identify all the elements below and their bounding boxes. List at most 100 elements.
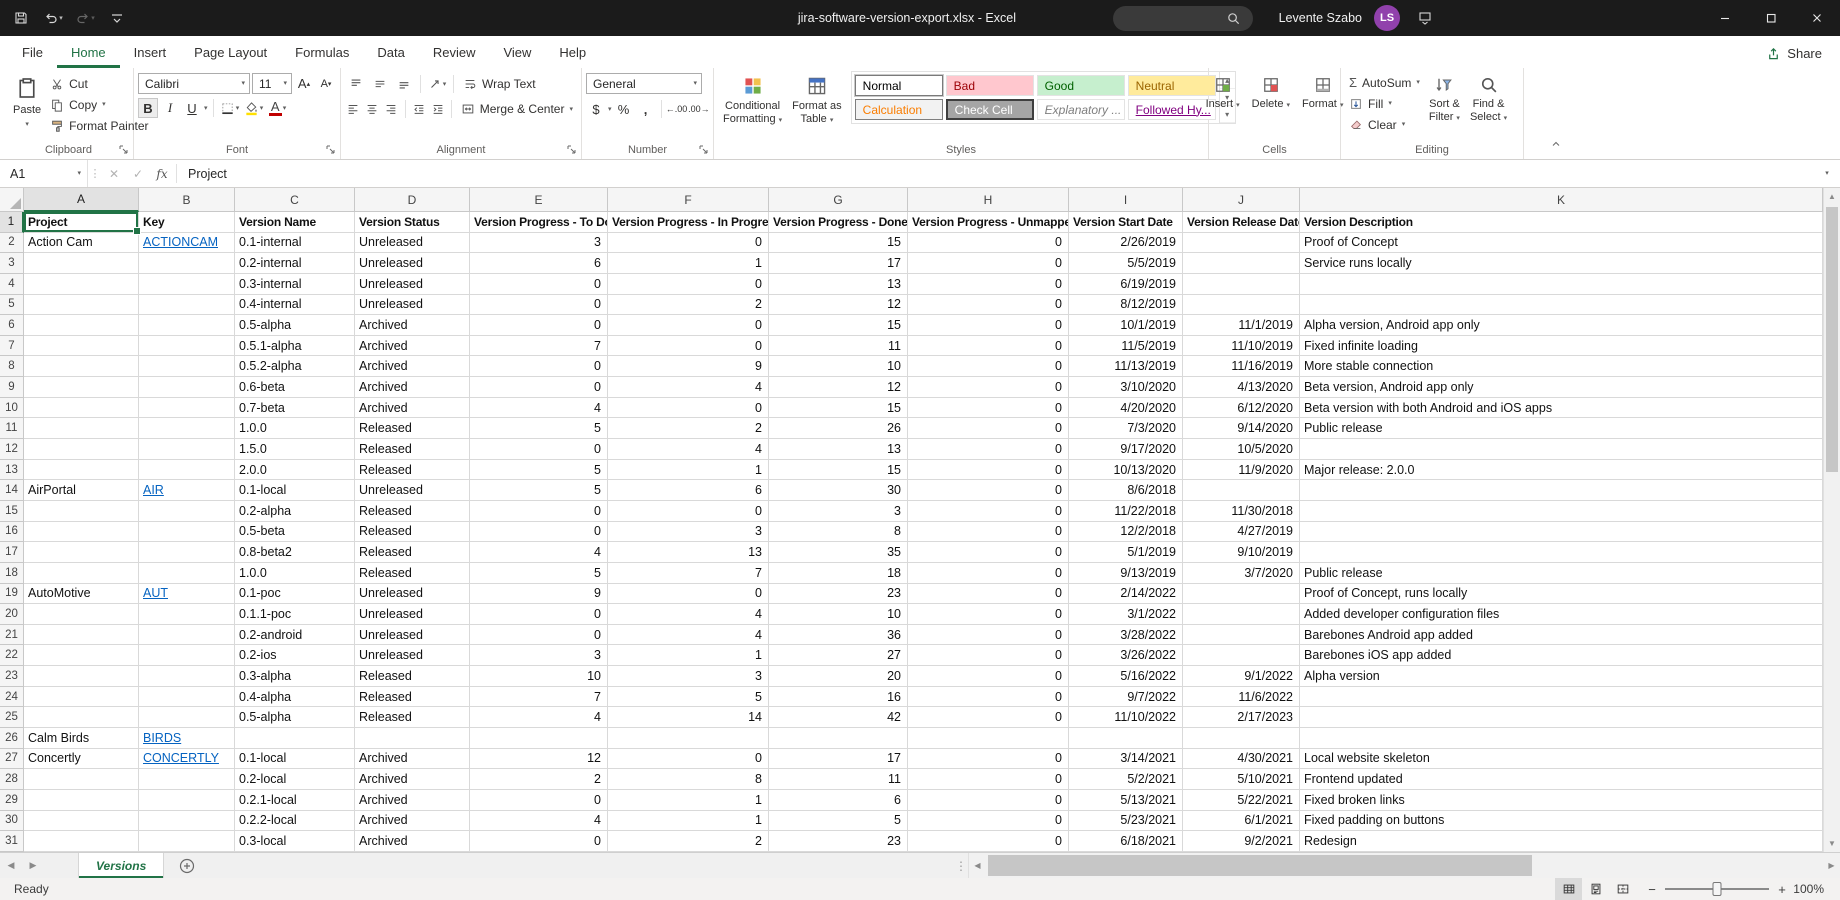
row-header-23[interactable]: 23 <box>0 666 24 687</box>
cell-H23[interactable]: 0 <box>908 666 1069 687</box>
cell-E19[interactable]: 9 <box>470 584 608 605</box>
cell-B22[interactable] <box>139 645 235 666</box>
cell-D7[interactable]: Archived <box>355 336 470 357</box>
cell-C10[interactable]: 0.7-beta <box>235 398 355 419</box>
autosum-button[interactable]: ΣAutoSum▾ <box>1345 72 1424 93</box>
cell-C1[interactable]: Version Name <box>235 212 355 233</box>
row-header-17[interactable]: 17 <box>0 542 24 563</box>
cancel-entry-button[interactable]: ✕ <box>102 160 126 187</box>
row-header-10[interactable]: 10 <box>0 398 24 419</box>
cell-J12[interactable]: 10/5/2020 <box>1183 439 1300 460</box>
cell-F30[interactable]: 1 <box>608 811 769 832</box>
insert-function-button[interactable]: fx <box>150 160 174 187</box>
scroll-left-button[interactable]: ◀ <box>969 853 986 878</box>
fill-color-button[interactable]: ▾ <box>243 98 265 118</box>
cell-G16[interactable]: 8 <box>769 522 908 543</box>
customize-quick-access-button[interactable] <box>102 4 132 32</box>
cell-K28[interactable]: Frontend updated <box>1300 769 1823 790</box>
cell-D28[interactable]: Archived <box>355 769 470 790</box>
cell-J14[interactable] <box>1183 480 1300 501</box>
cell-E1[interactable]: Version Progress - To Do <box>470 212 608 233</box>
cell-B5[interactable] <box>139 295 235 316</box>
cell-E3[interactable]: 6 <box>470 253 608 274</box>
search-button[interactable] <box>1113 6 1253 31</box>
cell-F20[interactable]: 4 <box>608 604 769 625</box>
cell-C29[interactable]: 0.2.1-local <box>235 790 355 811</box>
cell-C27[interactable]: 0.1-local <box>235 749 355 770</box>
cell-K1[interactable]: Version Description <box>1300 212 1823 233</box>
cell-H26[interactable] <box>908 728 1069 749</box>
zoom-level[interactable]: 100% <box>1788 882 1840 896</box>
cell-A9[interactable] <box>24 377 139 398</box>
cell-K20[interactable]: Added developer configuration files <box>1300 604 1823 625</box>
cell-D17[interactable]: Released <box>355 542 470 563</box>
increase-decimal-button[interactable]: ←.00 <box>666 99 686 119</box>
cell-B15[interactable] <box>139 501 235 522</box>
cell-D16[interactable]: Released <box>355 522 470 543</box>
cell-K13[interactable]: Major release: 2.0.0 <box>1300 460 1823 481</box>
cell-K7[interactable]: Fixed infinite loading <box>1300 336 1823 357</box>
row-header-29[interactable]: 29 <box>0 790 24 811</box>
cell-H11[interactable]: 0 <box>908 418 1069 439</box>
column-header-K[interactable]: K <box>1300 188 1823 212</box>
cell-E28[interactable]: 2 <box>470 769 608 790</box>
cell-H15[interactable]: 0 <box>908 501 1069 522</box>
cell-B18[interactable] <box>139 563 235 584</box>
cell-B13[interactable] <box>139 460 235 481</box>
zoom-slider-handle[interactable] <box>1713 882 1722 896</box>
cell-H7[interactable]: 0 <box>908 336 1069 357</box>
cell-C16[interactable]: 0.5-beta <box>235 522 355 543</box>
decrease-indent-button[interactable] <box>410 99 427 119</box>
cell-C13[interactable]: 2.0.0 <box>235 460 355 481</box>
orientation-chevron[interactable]: ▾ <box>443 81 447 88</box>
font-size-combo[interactable]: 11▾ <box>252 73 292 94</box>
cell-A16[interactable] <box>24 522 139 543</box>
align-right-button[interactable] <box>383 99 400 119</box>
cell-I4[interactable]: 6/19/2019 <box>1069 274 1183 295</box>
next-sheet-button[interactable]: ▶ <box>22 853 44 878</box>
cell-G23[interactable]: 20 <box>769 666 908 687</box>
cell-G8[interactable]: 10 <box>769 356 908 377</box>
cell-C22[interactable]: 0.2-ios <box>235 645 355 666</box>
cell-D10[interactable]: Archived <box>355 398 470 419</box>
cell-I22[interactable]: 3/26/2022 <box>1069 645 1183 666</box>
cell-J9[interactable]: 4/13/2020 <box>1183 377 1300 398</box>
cell-A31[interactable] <box>24 831 139 852</box>
cell-D3[interactable]: Unreleased <box>355 253 470 274</box>
cell-B7[interactable] <box>139 336 235 357</box>
cell-C31[interactable]: 0.3-local <box>235 831 355 852</box>
cell-J7[interactable]: 11/10/2019 <box>1183 336 1300 357</box>
cell-K27[interactable]: Local website skeleton <box>1300 749 1823 770</box>
italic-button[interactable]: I <box>160 98 180 118</box>
row-header-20[interactable]: 20 <box>0 604 24 625</box>
cell-A20[interactable] <box>24 604 139 625</box>
row-header-15[interactable]: 15 <box>0 501 24 522</box>
cell-A5[interactable] <box>24 295 139 316</box>
page-break-view-button[interactable] <box>1609 878 1636 900</box>
cell-A30[interactable] <box>24 811 139 832</box>
cell-C2[interactable]: 0.1-internal <box>235 233 355 254</box>
zoom-in-button[interactable]: + <box>1776 882 1788 897</box>
cell-A3[interactable] <box>24 253 139 274</box>
cell-C24[interactable]: 0.4-alpha <box>235 687 355 708</box>
vertical-scroll-thumb[interactable] <box>1826 207 1838 472</box>
cell-J10[interactable]: 6/12/2020 <box>1183 398 1300 419</box>
cell-D21[interactable]: Unreleased <box>355 625 470 646</box>
cell-K24[interactable] <box>1300 687 1823 708</box>
cell-J17[interactable]: 9/10/2019 <box>1183 542 1300 563</box>
formula-content[interactable]: Project <box>179 160 1814 187</box>
cell-H10[interactable]: 0 <box>908 398 1069 419</box>
row-header-11[interactable]: 11 <box>0 418 24 439</box>
cell-E27[interactable]: 12 <box>470 749 608 770</box>
cell-D2[interactable]: Unreleased <box>355 233 470 254</box>
conditional-formatting-button[interactable]: ConditionalFormatting ▾ <box>718 71 787 139</box>
cell-J22[interactable] <box>1183 645 1300 666</box>
cell-G4[interactable]: 13 <box>769 274 908 295</box>
page-layout-view-button[interactable] <box>1582 878 1609 900</box>
column-header-D[interactable]: D <box>355 188 470 212</box>
zoom-slider[interactable] <box>1665 888 1769 890</box>
cell-E16[interactable]: 0 <box>470 522 608 543</box>
cell-F18[interactable]: 7 <box>608 563 769 584</box>
cell-B29[interactable] <box>139 790 235 811</box>
cell-B11[interactable] <box>139 418 235 439</box>
